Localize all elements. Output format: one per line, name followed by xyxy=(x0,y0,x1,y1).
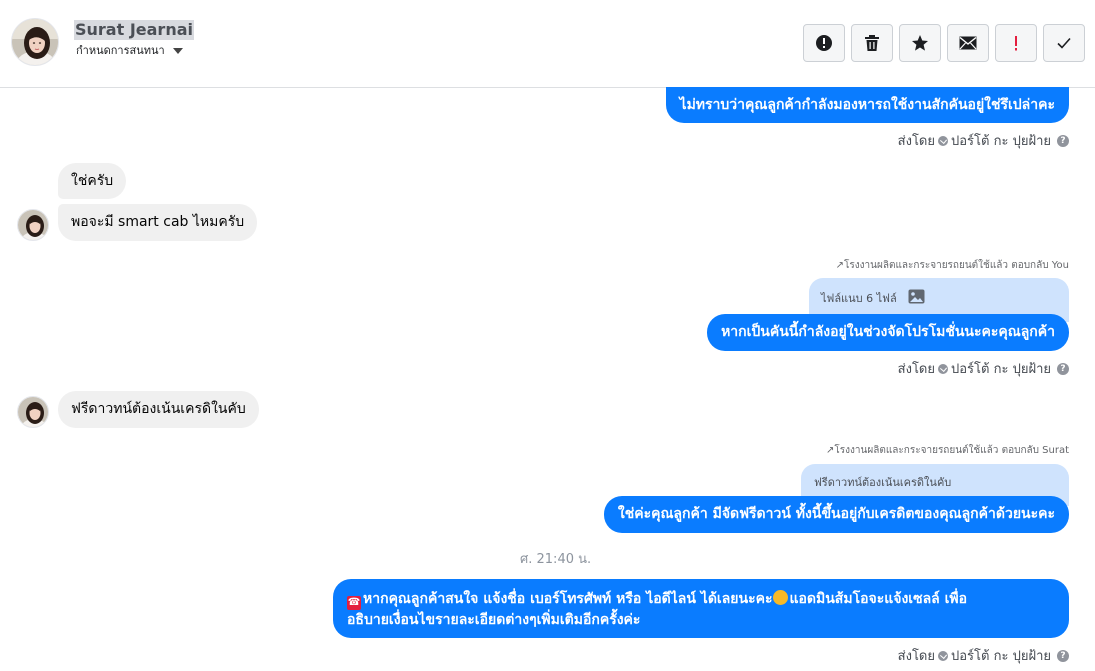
star-button[interactable] xyxy=(899,24,941,62)
reply-arrow-icon: ↗ xyxy=(835,260,845,271)
sender-name[interactable]: ปอร์โต้ กะ ปุยฝ้าย xyxy=(951,358,1051,379)
contact-avatar[interactable] xyxy=(11,18,59,66)
sender-meta: ส่งโดย ปอร์โต้ กะ ปุยฝ้าย ? xyxy=(898,645,1069,666)
quoted-text: ฟรีดาวทน์ต้องเน้นเครดิในคับ xyxy=(814,476,952,489)
reply-context: ↗โรงงานผลิตและกระจายรถยนต์ใช้แล้ว ตอบกลั… xyxy=(826,443,1069,458)
message-text: ใช่ค่ะคุณลูกค้า มีจัดฟรีดาวน์ ทั้งนี้ขึ้… xyxy=(617,506,1055,522)
sender-name[interactable]: ปอร์โต้ กะ ปุยฝ้าย xyxy=(951,645,1051,666)
contact-name[interactable]: Surat Jearnai xyxy=(74,20,194,40)
smiling-face-icon xyxy=(773,590,789,605)
sent-by-label: ส่งโดย xyxy=(897,134,935,149)
delete-button[interactable] xyxy=(851,24,893,62)
message-text: ฟรีดาวทน์ต้องเน้นเครดิในคับ xyxy=(71,401,246,417)
message-line: อธิบายเงื่อนไขรายละเอียดต่างๆเพิ่มเติมอี… xyxy=(347,612,641,628)
help-icon[interactable]: ? xyxy=(1057,362,1069,375)
assign-conversation-dropdown[interactable]: กำหนดการสนทนา xyxy=(76,44,183,58)
contact-avatar-small[interactable] xyxy=(17,396,49,428)
message-text: พอจะมี smart cab ไหมครับ xyxy=(71,214,245,230)
verified-icon xyxy=(938,650,948,661)
conversation-header: Surat Jearnai กำหนดการสนทนา xyxy=(0,0,1095,88)
message-text-part: แอดมินส้มโอจะแจ้งเซลล์ เพื่อ xyxy=(789,591,968,607)
reply-note-text: โรงงานผลิตและกระจายรถยนต์ใช้แล้ว ตอบกลับ… xyxy=(834,445,1069,456)
outgoing-message[interactable]: ☎ หากคุณลูกค้าสนใจ แจ้งชื่อ เบอร์โทรศัพท์… xyxy=(333,579,1069,638)
verified-icon xyxy=(938,363,948,374)
sender-name[interactable]: ปอร์โต้ กะ ปุยฝ้าย xyxy=(951,130,1051,151)
trash-icon xyxy=(865,35,879,51)
exclamation-icon xyxy=(1015,36,1017,51)
sender-meta: ส่งโดย ปอร์โต้ กะ ปุยฝ้าย ? xyxy=(898,358,1069,379)
reply-note-text: โรงงานผลิตและกระจายรถยนต์ใช้แล้ว ตอบกลับ… xyxy=(844,260,1069,271)
outgoing-message[interactable]: หากเป็นคันนี้กำลังอยู่ในช่วงจัดโปรโมชั่น… xyxy=(707,314,1069,351)
telephone-icon: ☎ xyxy=(347,596,361,610)
assign-label: กำหนดการสนทนา xyxy=(76,44,165,57)
verified-icon xyxy=(938,135,948,146)
mail-icon xyxy=(959,36,977,50)
help-icon[interactable]: ? xyxy=(1057,649,1069,662)
contact-avatar-small[interactable] xyxy=(17,209,49,241)
report-button[interactable] xyxy=(803,24,845,62)
sent-by-label: ส่งโดย xyxy=(897,362,935,377)
report-icon xyxy=(816,35,832,51)
mark-unread-button[interactable] xyxy=(947,24,989,62)
message-timestamp: ศ. 21:40 น. xyxy=(520,552,592,567)
sent-by-label: ส่งโดย xyxy=(897,649,935,664)
conversation-toolbar xyxy=(803,24,1085,62)
done-button[interactable] xyxy=(1043,24,1085,62)
image-icon xyxy=(908,289,925,304)
incoming-message[interactable]: ฟรีดาวทน์ต้องเน้นเครดิในคับ xyxy=(58,391,259,428)
message-text: ไม่ทราบว่าคุณลูกค้ากำลังมองหารถใช้งานสัก… xyxy=(679,97,1055,113)
help-icon[interactable]: ? xyxy=(1057,134,1069,147)
check-icon xyxy=(1057,37,1071,49)
incoming-message[interactable]: พอจะมี smart cab ไหมครับ xyxy=(58,204,258,241)
reply-context: ↗โรงงานผลิตและกระจายรถยนต์ใช้แล้ว ตอบกลั… xyxy=(836,258,1069,273)
important-button[interactable] xyxy=(995,24,1037,62)
caret-down-icon xyxy=(172,48,183,54)
incoming-message[interactable]: ใช่ครับ xyxy=(58,163,127,199)
outgoing-message[interactable]: ใช่ค่ะคุณลูกค้า มีจัดฟรีดาวน์ ทั้งนี้ขึ้… xyxy=(603,496,1069,533)
message-text-part: หากคุณลูกค้าสนใจ แจ้งชื่อ เบอร์โทรศัพท์ … xyxy=(363,591,773,607)
message-text: ใช่ครับ xyxy=(71,173,114,189)
sender-meta: ส่งโดย ปอร์โต้ กะ ปุยฝ้าย ? xyxy=(898,130,1069,151)
message-line: ☎ หากคุณลูกค้าสนใจ แจ้งชื่อ เบอร์โทรศัพท์… xyxy=(347,589,1055,610)
star-icon xyxy=(912,35,928,51)
message-text: หากเป็นคันนี้กำลังอยู่ในช่วงจัดโปรโมชั่น… xyxy=(721,324,1055,340)
outgoing-message[interactable]: ไม่ทราบว่าคุณลูกค้ากำลังมองหารถใช้งานสัก… xyxy=(665,87,1069,123)
quoted-text: ไฟล์แนบ 6 ไฟล์ xyxy=(821,292,897,305)
